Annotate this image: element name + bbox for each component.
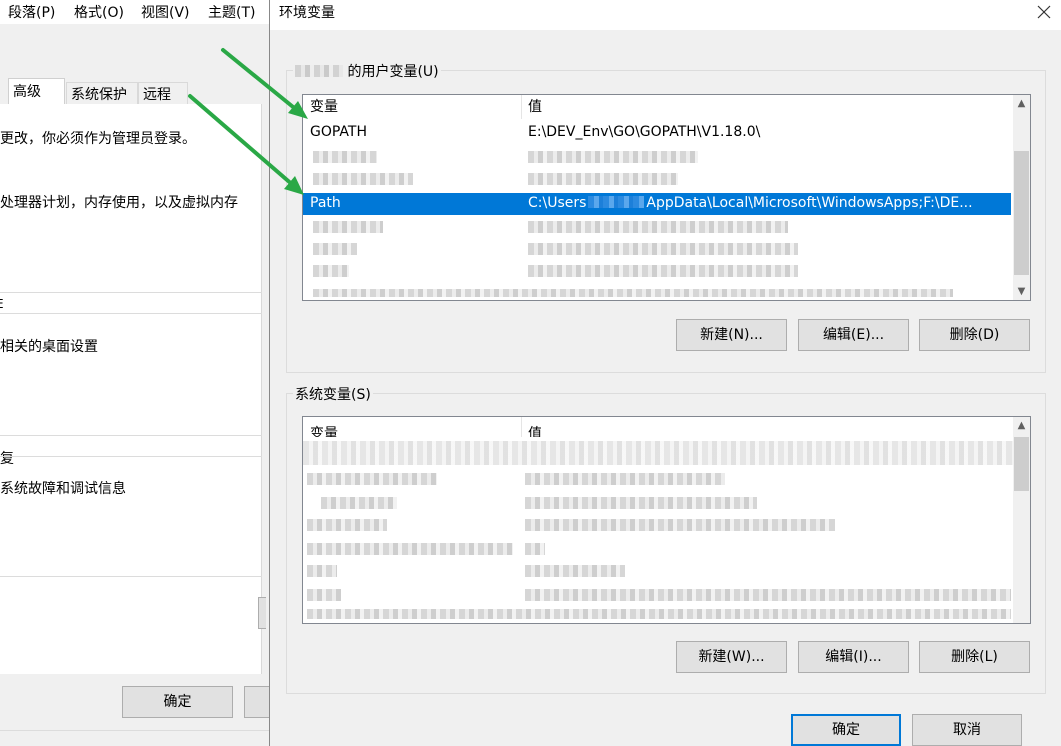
recovery-desc: 系统故障和调试信息	[0, 481, 126, 497]
section-fragment: E	[0, 297, 4, 311]
divider	[0, 435, 262, 436]
user-variables-legend: 的用户变量(U)	[293, 61, 441, 81]
menu-format[interactable]: 格式(O)	[74, 2, 124, 22]
scroll-thumb[interactable]	[1014, 151, 1029, 275]
tab-remote-label: 远程	[143, 87, 171, 103]
user-variables-label: 的用户变量(U)	[347, 64, 439, 80]
redacted-row	[525, 473, 725, 485]
tab-system-protection[interactable]: 系统保护	[66, 82, 138, 104]
scroll-up-icon[interactable]: ▲	[1013, 95, 1030, 112]
admin-note: 更改，你必须作为管理员登录。	[0, 131, 196, 147]
redacted-username	[588, 196, 645, 208]
title-bar: 环境变量	[270, 0, 1061, 30]
dialog-title: 环境变量	[279, 5, 335, 21]
system-variables-group: 系统变量(S) 变量 值 ▲ 新建(W)... 编辑(I)... 删除(L)	[286, 384, 1046, 694]
table-row-selected[interactable]: Path C:\Users AppData\Local\Microsoft\Win…	[303, 193, 1011, 215]
redacted-row	[313, 151, 377, 163]
scroll-thumb[interactable]	[1014, 437, 1029, 491]
column-divider[interactable]	[521, 95, 522, 119]
recovery-heading: 复	[0, 451, 14, 467]
redacted-row	[313, 173, 413, 185]
divider	[0, 456, 262, 457]
row-value: C:\Users AppData\Local\Microsoft\WindowsA…	[528, 195, 973, 211]
user-edit-button[interactable]: 编辑(E)...	[798, 319, 909, 351]
redacted-row	[525, 565, 625, 577]
tab-remote[interactable]: 远程	[138, 82, 188, 104]
redacted-row	[303, 441, 1015, 465]
redacted-row	[313, 289, 953, 297]
bg-ok-button[interactable]: 确定	[122, 686, 233, 718]
redacted-row	[313, 265, 349, 277]
redacted-row	[321, 497, 397, 509]
table-row[interactable]: GOPATH E:\DEV_Env\GO\GOPATH\V1.18.0\	[303, 122, 1011, 144]
system-variables-legend: 系统变量(S)	[293, 384, 373, 404]
ok-button[interactable]: 确定	[791, 714, 901, 746]
redacted-row	[313, 243, 357, 255]
redacted-row	[525, 589, 1011, 601]
system-delete-button[interactable]: 删除(L)	[919, 641, 1030, 673]
divider	[0, 576, 262, 577]
redacted-row	[307, 609, 1011, 619]
redacted-row	[528, 221, 788, 233]
path-suffix: AppData\Local\Microsoft\WindowsApps;F:\D…	[646, 195, 973, 211]
close-icon[interactable]	[1034, 2, 1054, 22]
profile-desc: 相关的桌面设置	[0, 339, 98, 355]
redacted-row	[307, 473, 437, 485]
row-variable: Path	[310, 195, 341, 211]
user-variables-list[interactable]: 变量 值 GOPATH E:\DEV_Env\GO\GOPATH\V1.18.0…	[302, 94, 1031, 301]
divider	[0, 313, 262, 314]
col-value[interactable]: 值	[528, 96, 542, 116]
menu-view[interactable]: 视图(V)	[141, 2, 190, 22]
path-prefix: C:\Users	[528, 195, 587, 211]
scroll-up-icon[interactable]: ▲	[1013, 417, 1030, 434]
redacted-username	[295, 65, 343, 77]
system-new-button[interactable]: 新建(W)...	[676, 641, 787, 673]
user-delete-button[interactable]: 删除(D)	[919, 319, 1030, 351]
redacted-row	[525, 543, 545, 555]
tab-advanced[interactable]: 高级	[8, 78, 65, 105]
system-variables-list[interactable]: 变量 值 ▲	[302, 416, 1031, 624]
menu-bar: 段落(P) 格式(O) 视图(V) 主题(T)	[0, 0, 270, 24]
performance-desc: 处理器计划，内存使用，以及虚拟内存	[0, 195, 238, 211]
menu-theme[interactable]: 主题(T)	[208, 2, 255, 22]
list-header: 变量 值	[303, 95, 1030, 119]
redacted-row	[307, 543, 513, 555]
redacted-row	[525, 497, 757, 509]
redacted-row	[307, 589, 341, 601]
bottom-strip	[0, 730, 270, 746]
env-vars-dialog: 环境变量 的用户变量(U) 变量 值 GOPATH E:\DEV_Env\GO\…	[269, 0, 1061, 746]
redacted-row	[528, 243, 798, 255]
row-value: E:\DEV_Env\GO\GOPATH\V1.18.0\	[528, 124, 761, 140]
column-divider[interactable]	[521, 417, 522, 437]
redacted-row	[307, 565, 337, 577]
background-window: 段落(P) 格式(O) 视图(V) 主题(T) 高级 系统保护 远程 更改，你必…	[0, 0, 274, 746]
col-variable[interactable]: 变量	[310, 96, 338, 116]
tab-strip: 高级 系统保护 远程	[0, 78, 270, 105]
divider	[0, 292, 262, 293]
tab-system-protection-label: 系统保护	[71, 87, 127, 103]
redacted-row	[525, 519, 835, 531]
redacted-row	[528, 151, 698, 163]
row-variable: GOPATH	[310, 124, 367, 140]
user-variables-group: 的用户变量(U) 变量 值 GOPATH E:\DEV_Env\GO\GOPAT…	[286, 61, 1046, 373]
col-variable[interactable]: 变量	[310, 423, 338, 437]
cancel-button[interactable]: 取消	[912, 714, 1022, 746]
user-new-button[interactable]: 新建(N)...	[676, 319, 787, 351]
scroll-down-area[interactable]	[1013, 609, 1030, 623]
redacted-row	[528, 173, 678, 185]
tab-advanced-label: 高级	[13, 84, 41, 100]
redacted-row	[313, 221, 383, 233]
redacted-row	[307, 519, 387, 531]
list-header: 变量 值	[303, 417, 1030, 437]
system-edit-button[interactable]: 编辑(I)...	[798, 641, 909, 673]
scroll-down-icon[interactable]: ▼	[1013, 283, 1030, 300]
col-value[interactable]: 值	[528, 423, 542, 437]
redacted-row	[528, 265, 798, 277]
scrollbar[interactable]: ▲ ▼	[1013, 95, 1030, 300]
menu-paragraph[interactable]: 段落(P)	[8, 2, 55, 22]
scrollbar[interactable]: ▲	[1013, 417, 1030, 623]
advanced-panel: 更改，你必须作为管理员登录。 处理器计划，内存使用，以及虚拟内存 E 相关的桌面…	[0, 104, 262, 674]
settings-button-partial[interactable]	[258, 597, 266, 629]
